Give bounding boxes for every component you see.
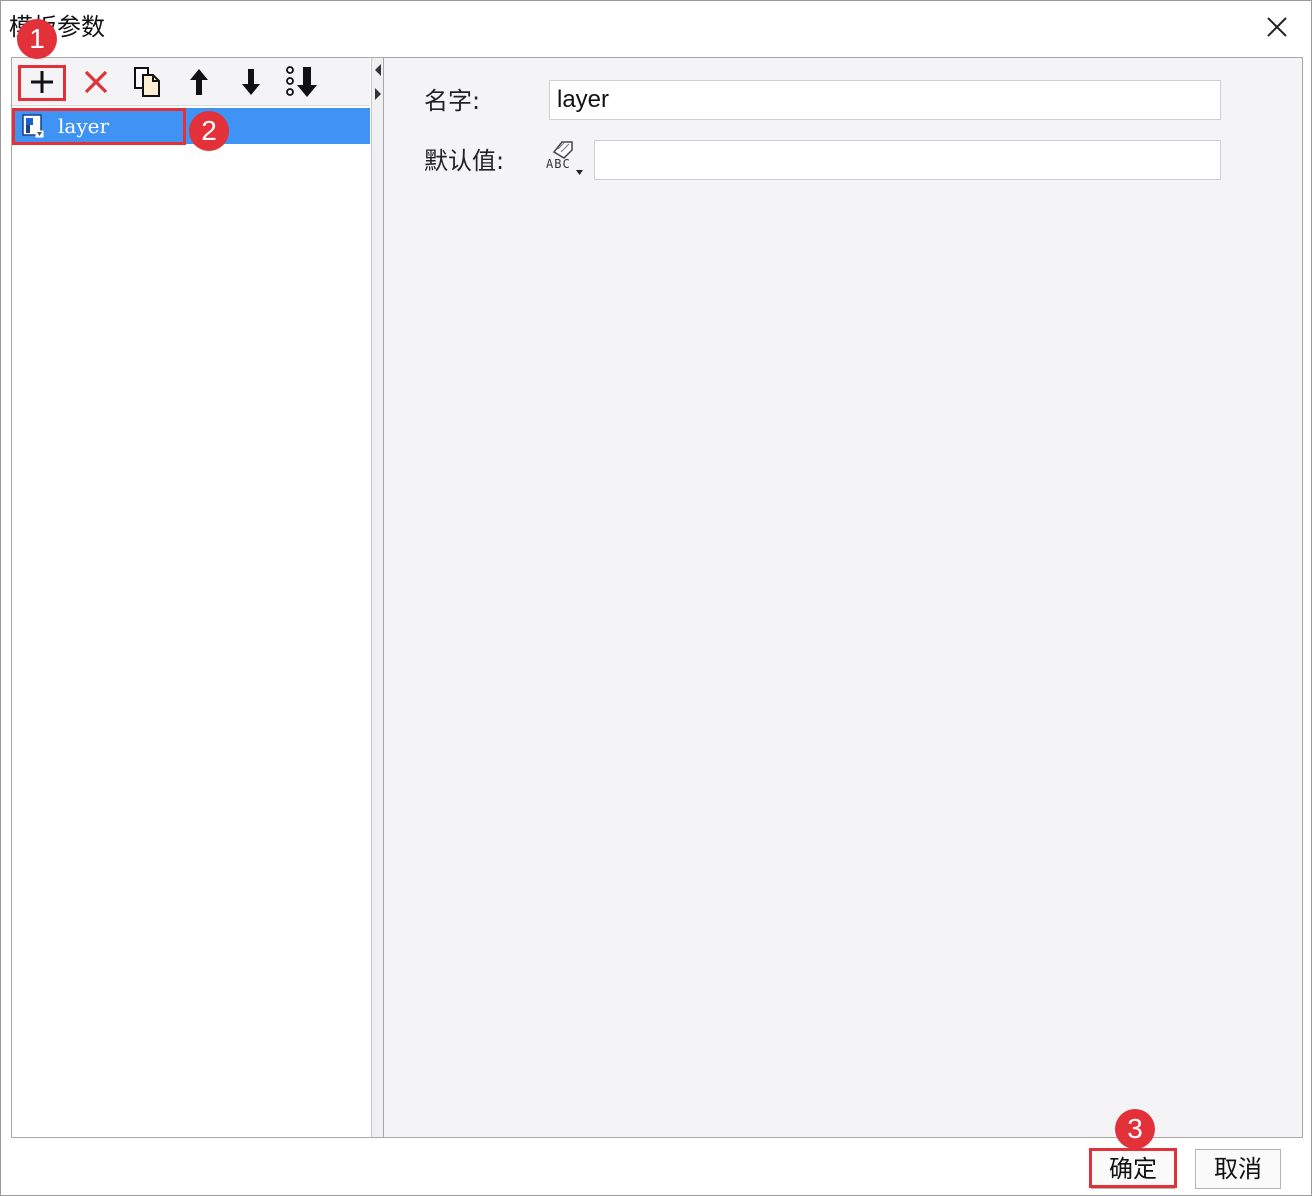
pane-splitter[interactable] (372, 58, 384, 1137)
value-type-selector[interactable]: ABC (546, 138, 584, 176)
step-marker-1: 1 (17, 19, 57, 59)
add-icon (31, 71, 53, 93)
close-button[interactable] (1257, 7, 1297, 47)
move-down-button[interactable] (231, 64, 271, 100)
default-value-input[interactable] (594, 140, 1221, 180)
step-marker-2: 2 (189, 111, 229, 151)
parameter-detail-pane: 名字: 默认值: ABC (384, 58, 1302, 1137)
dialog-footer: 确定 取消 (1, 1139, 1311, 1195)
parameter-icon (22, 114, 44, 138)
collapse-left-icon (375, 64, 381, 76)
parameter-list: layer (12, 108, 370, 1136)
name-input[interactable] (549, 80, 1221, 120)
type-selector-text: ABC (546, 157, 571, 171)
move-down-icon (242, 69, 260, 95)
step-marker-3: 3 (1115, 1109, 1155, 1149)
cancel-button[interactable]: 取消 (1195, 1149, 1281, 1189)
delete-parameter-button[interactable] (76, 64, 116, 100)
name-label: 名字: (424, 87, 481, 115)
expand-right-icon (375, 88, 381, 100)
default-value-label: 默认值: (424, 147, 505, 175)
copy-parameter-button[interactable] (127, 64, 167, 100)
template-parameters-dialog: 模板参数 layer 名字: layer 默认值: ABC 确定 取消 1 2 … (0, 0, 1312, 1196)
parameter-name-label: layer (58, 114, 110, 138)
parameter-toolbar (12, 58, 370, 106)
move-bottom-icon (286, 66, 317, 97)
close-icon (1267, 17, 1287, 37)
move-up-icon (190, 69, 208, 95)
move-to-bottom-button[interactable] (282, 64, 322, 100)
move-up-button[interactable] (179, 64, 219, 100)
copy-icon (134, 67, 160, 97)
delete-icon (84, 70, 108, 94)
add-parameter-button[interactable] (22, 64, 62, 100)
parameter-list-pane: layer (12, 58, 372, 1137)
title-bar: 模板参数 (1, 1, 1311, 53)
content-area: layer 名字: 默认值: ABC (11, 57, 1303, 1138)
ok-button[interactable]: 确定 (1091, 1149, 1175, 1189)
